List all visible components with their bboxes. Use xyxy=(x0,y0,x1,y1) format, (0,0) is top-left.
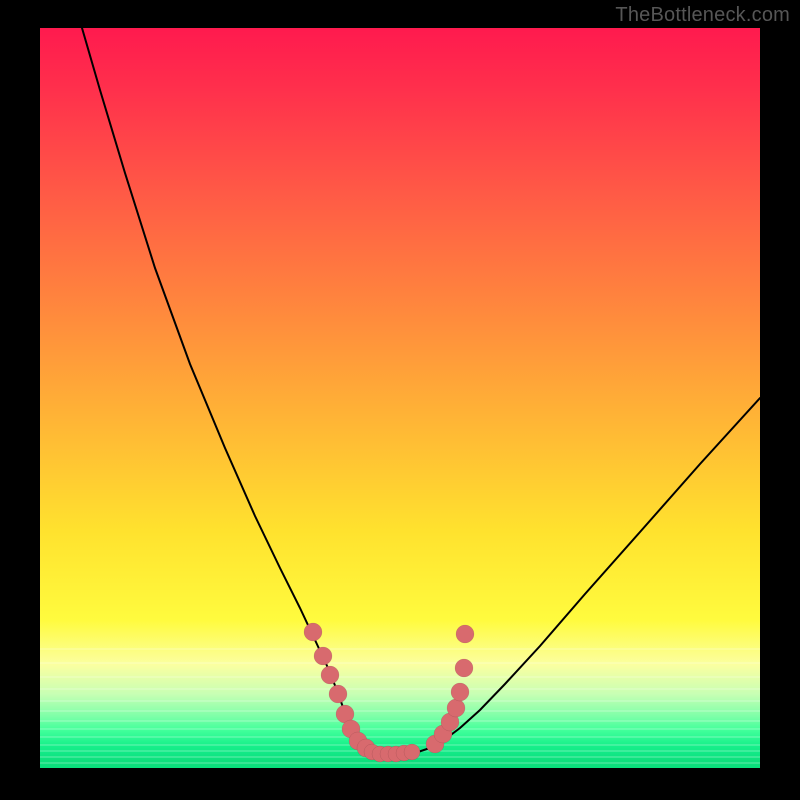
data-dot xyxy=(447,699,465,717)
bottleneck-curve xyxy=(82,28,760,754)
data-dot xyxy=(321,666,339,684)
data-dot xyxy=(304,623,322,641)
watermark-text: TheBottleneck.com xyxy=(615,4,790,27)
data-dot xyxy=(329,685,347,703)
data-dot xyxy=(314,647,332,665)
data-dot xyxy=(456,625,474,643)
plot-area xyxy=(40,28,760,768)
data-dot xyxy=(451,683,469,701)
curve-svg xyxy=(40,28,760,768)
chart-stage: TheBottleneck.com xyxy=(0,0,800,800)
data-dot xyxy=(455,659,473,677)
curve-dots xyxy=(304,623,474,762)
data-dot xyxy=(404,744,420,760)
